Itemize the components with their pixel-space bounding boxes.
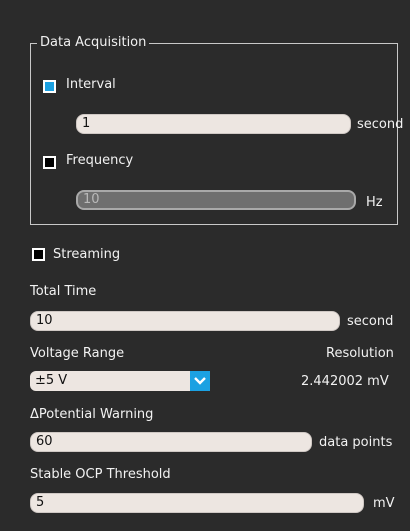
resolution-value: 2.442002 mV [301,374,389,389]
voltage-range-label: Voltage Range [30,346,125,361]
frequency-label: Frequency [66,153,134,168]
voltage-range-select[interactable]: ±5 V [30,371,210,391]
ocp-threshold-input[interactable]: 5 [30,493,364,513]
resolution-label: Resolution [326,346,394,361]
potential-warning-label: ΔPotential Warning [30,407,154,422]
frequency-unit: Hz [366,195,383,210]
frequency-input[interactable]: 10 [76,190,356,210]
interval-unit: second [357,117,404,132]
streaming-checkbox[interactable] [32,248,45,261]
total-time-label: Total Time [30,284,97,299]
ocp-threshold-label: Stable OCP Threshold [30,467,171,482]
voltage-range-value: ±5 V [35,373,68,388]
potential-warning-unit: data points [319,435,393,450]
streaming-label: Streaming [53,247,121,262]
total-time-unit: second [347,314,394,329]
chevron-down-icon [194,377,206,385]
frequency-checkbox[interactable] [43,156,56,169]
group-title: Data Acquisition [37,35,150,51]
interval-checkbox[interactable] [43,80,56,93]
total-time-input[interactable]: 10 [30,311,340,331]
ocp-threshold-unit: mV [373,496,395,511]
dropdown-button[interactable] [190,371,210,391]
interval-label: Interval [66,77,116,92]
interval-input[interactable]: 1 [76,114,351,134]
potential-warning-input[interactable]: 60 [30,432,312,452]
